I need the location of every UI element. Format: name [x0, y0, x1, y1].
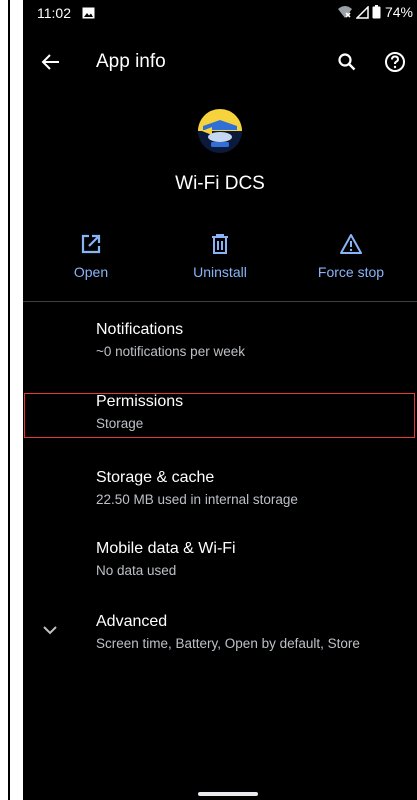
permissions-subtitle: Storage: [96, 416, 144, 431]
mobile-data-subtitle: No data used: [96, 563, 177, 578]
uninstall-button[interactable]: Uninstall: [160, 232, 280, 288]
cell-signal-icon: [355, 5, 369, 19]
phone-screen: 11:02 74% App info Wi-Fi DCS Open Uninst…: [23, 0, 417, 800]
open-external-icon: [81, 234, 101, 254]
status-bar: 11:02 74%: [23, 0, 417, 26]
search-icon: [338, 53, 356, 71]
mobile-data-item[interactable]: Mobile data & Wi-Fi No data used: [23, 532, 417, 594]
home-gesture-bar[interactable]: [198, 792, 258, 796]
advanced-subtitle: Screen time, Battery, Open by default, S…: [96, 636, 360, 651]
storage-subtitle: 22.50 MB used in internal storage: [96, 492, 298, 507]
advanced-title: Advanced: [96, 613, 168, 630]
notifications-subtitle: ~0 notifications per week: [96, 344, 245, 359]
open-label: Open: [73, 264, 109, 280]
status-icons: 74%: [337, 4, 413, 20]
app-logo-icon: [198, 109, 242, 153]
advanced-item[interactable]: Advanced Screen time, Battery, Open by d…: [23, 605, 417, 667]
notifications-item[interactable]: Notifications ~0 notifications per week: [23, 313, 417, 375]
search-button[interactable]: [333, 48, 361, 76]
back-button[interactable]: [37, 48, 65, 76]
status-time: 11:02: [37, 5, 71, 21]
storage-title: Storage & cache: [96, 469, 215, 486]
battery-icon: [372, 5, 381, 19]
permissions-title: Permissions: [96, 393, 184, 410]
app-bar: App info: [23, 36, 417, 88]
warning-triangle-icon: [340, 234, 362, 254]
image-notification-icon: [82, 7, 95, 19]
uninstall-label: Uninstall: [193, 264, 247, 280]
app-name: Wi-Fi DCS: [175, 173, 265, 194]
open-button[interactable]: Open: [31, 232, 151, 288]
wifi-x-icon: [337, 6, 352, 18]
arrow-left-icon: [41, 54, 59, 70]
divider: [23, 301, 417, 302]
mobile-data-title: Mobile data & Wi-Fi: [96, 540, 236, 557]
page-title: App info: [96, 51, 166, 72]
help-button[interactable]: [381, 48, 409, 76]
force-stop-button[interactable]: Force stop: [291, 232, 411, 288]
left-border-rule: [8, 0, 10, 800]
chevron-down-icon: [43, 626, 57, 635]
help-circle-icon: [385, 52, 405, 72]
trash-icon: [212, 234, 228, 254]
force-stop-label: Force stop: [317, 264, 385, 280]
permissions-item[interactable]: Permissions Storage: [23, 385, 417, 447]
storage-cache-item[interactable]: Storage & cache 22.50 MB used in interna…: [23, 461, 417, 523]
notifications-title: Notifications: [96, 321, 184, 338]
battery-percent: 74%: [384, 4, 413, 20]
